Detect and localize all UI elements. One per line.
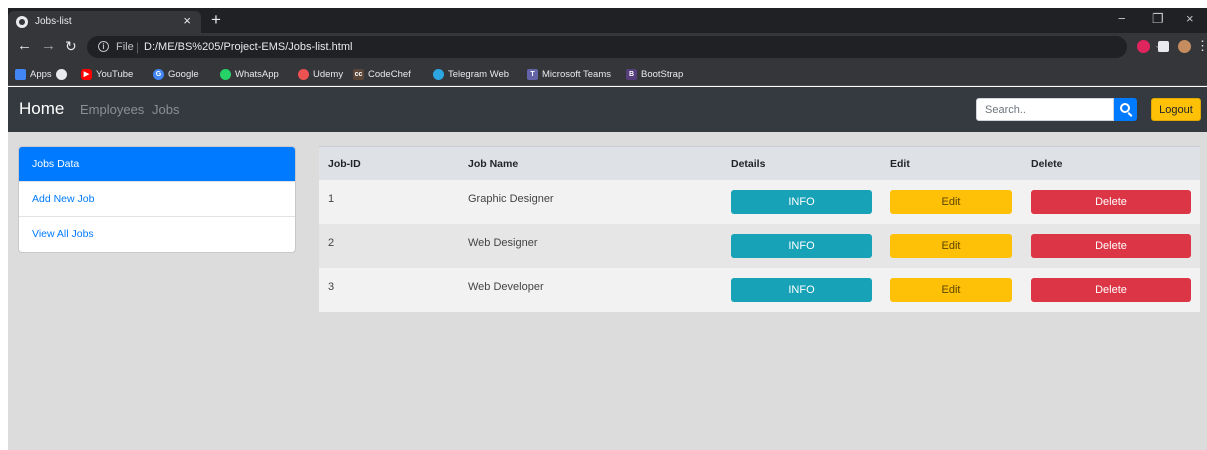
profile-avatar-icon[interactable]: [1178, 40, 1191, 53]
delete-button[interactable]: Delete: [1031, 278, 1191, 302]
bookmark-whatsapp[interactable]: WhatsApp: [220, 67, 279, 81]
tab-title: Jobs-list: [35, 16, 72, 27]
bookmark-youtube[interactable]: ▶ YouTube: [81, 67, 133, 81]
bookmark-label: Apps: [30, 68, 52, 80]
page-content: Jobs Data Add New Job View All Jobs Job-…: [8, 132, 1207, 450]
nav-link-employees[interactable]: Employees: [80, 102, 144, 117]
job-id-cell: 3: [328, 281, 335, 293]
url-scheme-label: File: [116, 41, 134, 53]
delete-button[interactable]: Delete: [1031, 190, 1191, 214]
table-row: 1 Graphic Designer INFO Edit Delete: [319, 180, 1200, 224]
bookmark-label: CodeChef: [368, 68, 411, 80]
forward-icon[interactable]: →: [41, 36, 56, 56]
bookmark-label: Microsoft Teams: [542, 68, 611, 80]
sidebar-item-view-all-jobs[interactable]: View All Jobs: [19, 217, 295, 252]
table-row: 3 Web Developer INFO Edit Delete: [319, 268, 1200, 312]
minimize-icon[interactable]: −: [1118, 9, 1126, 29]
job-id-cell: 2: [328, 237, 335, 249]
job-name-cell: Web Designer: [468, 237, 538, 249]
bookmark-teams[interactable]: T Microsoft Teams: [527, 67, 611, 81]
ublock-extension-icon[interactable]: [1137, 40, 1150, 53]
sidebar-item-add-new-job[interactable]: Add New Job: [19, 182, 295, 217]
bookmark-bootstrap[interactable]: B BootStrap: [626, 67, 683, 81]
column-header-details: Details: [731, 158, 766, 170]
jobs-table: Job-ID Job Name Details Edit Delete 1 Gr…: [319, 146, 1200, 312]
bookmarks-bar: Apps ▶ YouTube G Google WhatsApp Udemy c…: [8, 61, 1207, 86]
chrome-favicon-icon: [16, 16, 28, 28]
info-button[interactable]: INFO: [731, 234, 872, 258]
bookmark-label: Google: [168, 68, 199, 80]
bookmark-google[interactable]: G Google: [153, 67, 199, 81]
browser-menu-icon[interactable]: ⋮: [1196, 36, 1207, 56]
google-icon: G: [153, 68, 164, 80]
bookmark-chrome[interactable]: [56, 67, 67, 81]
bookmark-apps[interactable]: Apps: [15, 67, 52, 81]
back-icon[interactable]: ←: [17, 36, 32, 56]
table-row: 2 Web Designer INFO Edit Delete: [319, 224, 1200, 268]
bookmark-label: YouTube: [96, 68, 134, 80]
whatsapp-icon: [220, 68, 231, 80]
column-header-edit: Edit: [890, 158, 910, 170]
info-button[interactable]: INFO: [731, 190, 872, 214]
youtube-icon: ▶: [81, 68, 92, 80]
delete-button[interactable]: Delete: [1031, 234, 1191, 258]
site-info-icon[interactable]: i: [98, 41, 109, 52]
new-tab-icon[interactable]: +: [211, 10, 221, 30]
extensions-puzzle-icon[interactable]: [1158, 41, 1169, 52]
bootstrap-icon: B: [626, 68, 637, 80]
browser-titlebar: Jobs-list × + − ❐ ×: [8, 8, 1207, 33]
logout-button[interactable]: Logout: [1151, 98, 1201, 121]
info-button[interactable]: INFO: [731, 278, 872, 302]
window-close-icon[interactable]: ×: [1186, 9, 1194, 29]
telegram-icon: [433, 68, 444, 80]
sidebar-list: Jobs Data Add New Job View All Jobs: [18, 146, 296, 253]
job-id-cell: 1: [328, 193, 335, 205]
browser-address-bar: ← → ↻ i File | D:/ME/BS%205/Project-EMS/…: [8, 33, 1207, 61]
bookmark-codechef[interactable]: cc CodeChef: [353, 67, 411, 81]
codechef-icon: cc: [353, 68, 364, 80]
job-name-cell: Web Developer: [468, 281, 544, 293]
teams-icon: T: [527, 68, 538, 80]
table-header: Job-ID Job Name Details Edit Delete: [319, 146, 1200, 180]
nav-link-jobs[interactable]: Jobs: [152, 102, 179, 117]
bookmark-label: WhatsApp: [235, 68, 279, 80]
bookmark-label: Udemy: [313, 68, 344, 80]
search-icon: [1120, 103, 1130, 113]
maximize-icon[interactable]: ❐: [1152, 9, 1164, 29]
url-text[interactable]: D:/ME/BS%205/Project-EMS/Jobs-list.html: [144, 41, 352, 53]
omnibox[interactable]: i File | D:/ME/BS%205/Project-EMS/Jobs-l…: [87, 36, 1167, 58]
apps-grid-icon: [15, 68, 26, 80]
chrome-icon: [56, 68, 67, 80]
navbar-brand-home[interactable]: Home: [19, 99, 64, 119]
column-header-delete: Delete: [1031, 158, 1063, 170]
url-separator: |: [136, 40, 140, 54]
edit-button[interactable]: Edit: [890, 190, 1012, 214]
bookmark-telegram[interactable]: Telegram Web: [433, 67, 509, 81]
column-header-job-name: Job Name: [468, 158, 519, 170]
search-input[interactable]: [976, 98, 1114, 121]
bookmark-label: Telegram Web: [448, 68, 510, 80]
app-navbar: Home Employees Jobs Logout: [8, 87, 1207, 132]
reload-icon[interactable]: ↻: [65, 36, 77, 56]
column-header-job-id: Job-ID: [328, 158, 361, 170]
search-button[interactable]: [1114, 98, 1137, 121]
udemy-icon: [298, 68, 309, 80]
sidebar-item-jobs-data[interactable]: Jobs Data: [19, 147, 295, 182]
bookmark-udemy[interactable]: Udemy: [298, 67, 343, 81]
edit-button[interactable]: Edit: [890, 278, 1012, 302]
job-name-cell: Graphic Designer: [468, 193, 554, 205]
tab-close-icon[interactable]: ×: [183, 13, 191, 28]
edit-button[interactable]: Edit: [890, 234, 1012, 258]
browser-tab[interactable]: Jobs-list ×: [8, 11, 201, 33]
bookmark-label: BootStrap: [641, 68, 684, 80]
